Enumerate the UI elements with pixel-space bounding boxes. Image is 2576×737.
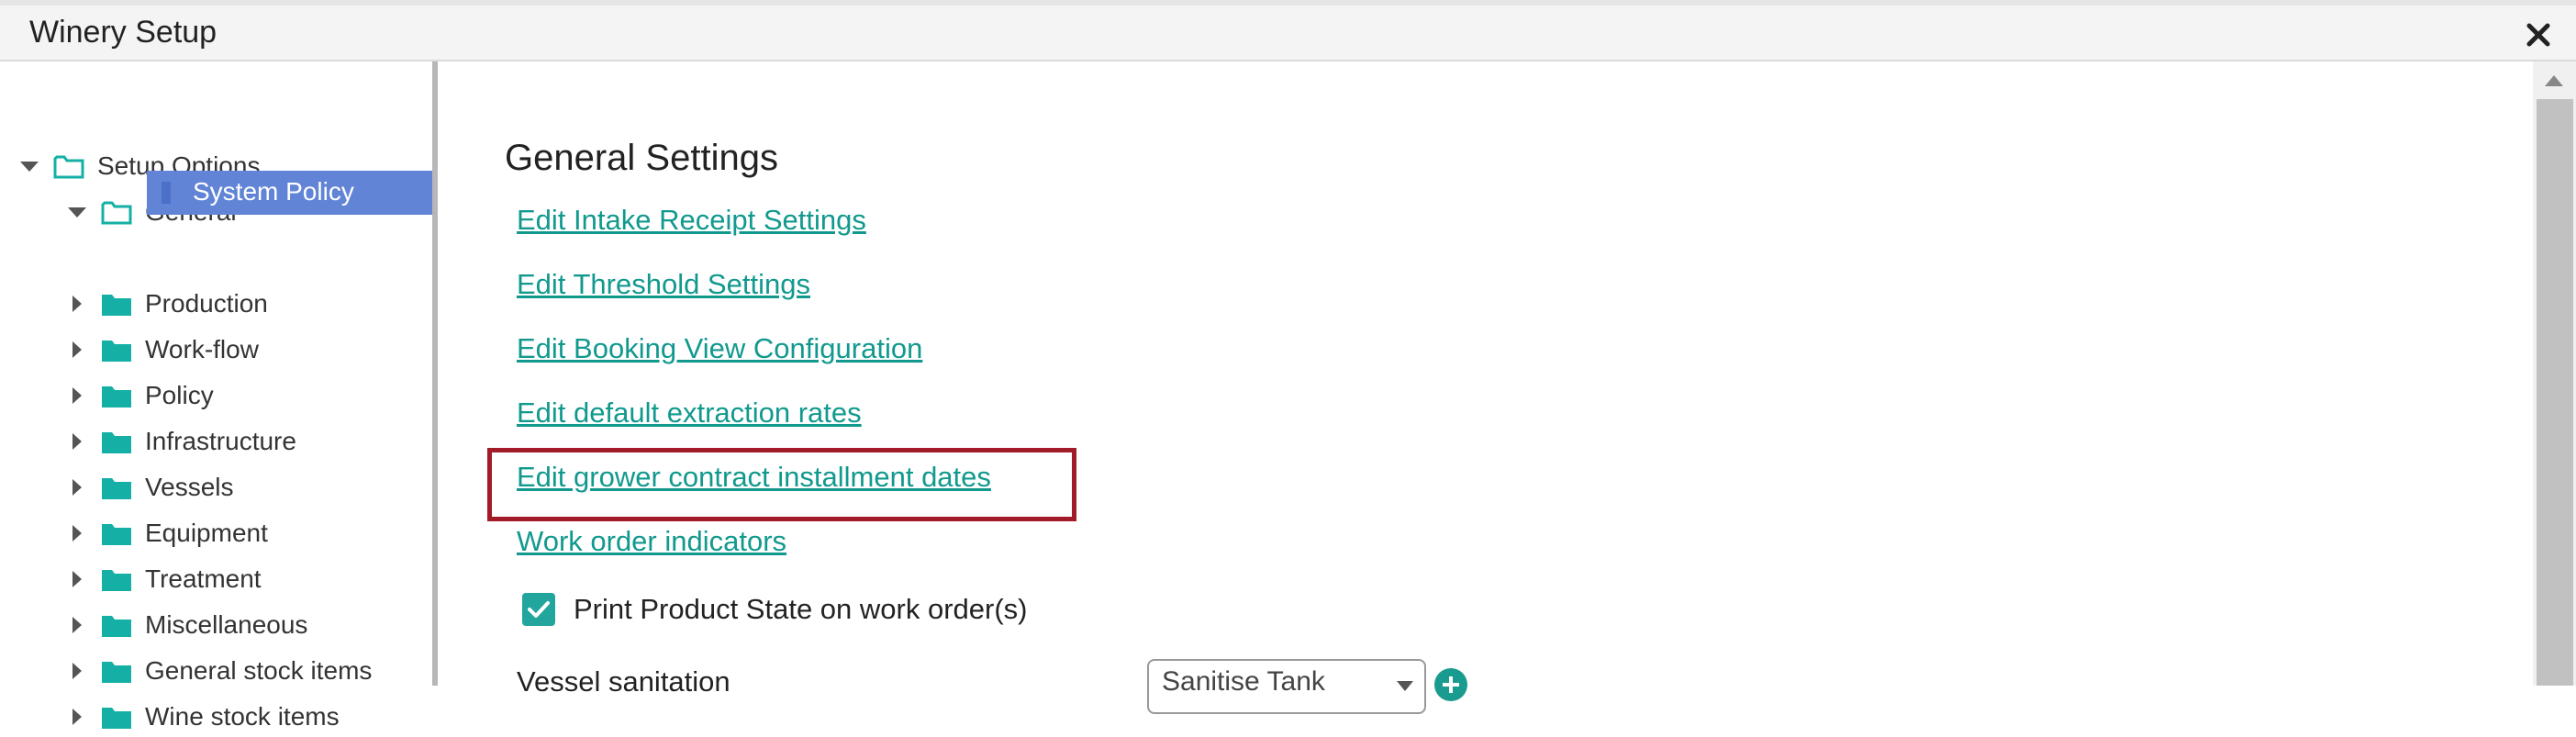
- tree-label: Vessels: [145, 473, 234, 501]
- tree-node-treatment[interactable]: Treatment: [66, 559, 262, 599]
- leaf-icon: [162, 182, 171, 204]
- tree-node-production[interactable]: Production: [66, 284, 268, 324]
- scrollbar-thumb[interactable]: [2537, 99, 2573, 686]
- tree-node-infrastructure[interactable]: Infrastructure: [66, 421, 296, 462]
- tree-label: Work-flow: [145, 335, 259, 363]
- scroll-up-icon[interactable]: [2545, 75, 2563, 86]
- folder-icon: [102, 708, 131, 729]
- caret-right-icon[interactable]: [66, 617, 88, 633]
- link-edit-grower-contract-installment-dates[interactable]: Edit grower contract installment dates: [517, 461, 991, 494]
- link-edit-default-extraction-rates[interactable]: Edit default extraction rates: [517, 396, 862, 430]
- checkmark-icon: [528, 601, 550, 618]
- link-work-order-indicators[interactable]: Work order indicators: [517, 525, 786, 558]
- tree-node-miscellaneous[interactable]: Miscellaneous: [66, 605, 307, 645]
- tree-node-wine-stock-items[interactable]: Wine stock items: [66, 697, 340, 737]
- link-edit-threshold-settings[interactable]: Edit Threshold Settings: [517, 268, 810, 301]
- tree-label: Treatment: [145, 564, 262, 593]
- tree-node-general-stock-items[interactable]: General stock items: [66, 651, 372, 691]
- folder-icon: [102, 524, 131, 545]
- chevron-down-icon: [1397, 681, 1413, 691]
- tree-label: Infrastructure: [145, 427, 296, 455]
- link-edit-intake-receipt-settings[interactable]: Edit Intake Receipt Settings: [517, 204, 866, 237]
- caret-right-icon[interactable]: [66, 387, 88, 404]
- section-title: General Settings: [505, 138, 778, 178]
- tree-node-work-flow[interactable]: Work-flow: [66, 329, 259, 370]
- tree-label: General stock items: [145, 656, 373, 685]
- tree-label: System Policy: [193, 177, 354, 206]
- folder-icon: [102, 341, 131, 362]
- tree-label: Wine stock items: [145, 702, 340, 731]
- folder-icon: [102, 662, 131, 683]
- caret-down-icon[interactable]: [66, 207, 88, 218]
- folder-open-icon: [101, 201, 132, 225]
- tree-label: Equipment: [145, 519, 268, 547]
- vessel-sanitation-label: Vessel sanitation: [517, 665, 730, 698]
- tree-node-vessels[interactable]: Vessels: [66, 467, 234, 508]
- caret-right-icon[interactable]: [66, 525, 88, 542]
- caret-right-icon[interactable]: [66, 296, 88, 312]
- tree-node-system-policy[interactable]: System Policy: [147, 171, 432, 215]
- tree-label: Miscellaneous: [145, 610, 308, 639]
- folder-icon: [102, 432, 131, 453]
- caret-right-icon[interactable]: [66, 709, 88, 725]
- setup-tree: Setup Options General System Policy Prod…: [0, 61, 432, 731]
- vessel-sanitation-select[interactable]: Sanitise Tank: [1147, 659, 1426, 714]
- folder-icon: [102, 570, 131, 591]
- folder-icon: [102, 478, 131, 499]
- add-icon[interactable]: [1434, 668, 1467, 701]
- window-title: Winery Setup: [29, 15, 217, 50]
- tree-label: Production: [145, 289, 268, 318]
- title-bar: Winery Setup: [0, 0, 2576, 61]
- folder-open-icon: [53, 155, 84, 179]
- tree-label: Policy: [145, 381, 214, 409]
- select-value: Sanitise Tank: [1162, 666, 1325, 697]
- folder-icon: [102, 616, 131, 637]
- caret-right-icon[interactable]: [66, 479, 88, 496]
- caret-right-icon[interactable]: [66, 341, 88, 358]
- close-icon[interactable]: [2525, 21, 2552, 49]
- caret-down-icon[interactable]: [18, 161, 40, 172]
- folder-icon: [102, 386, 131, 408]
- link-edit-booking-view-configuration[interactable]: Edit Booking View Configuration: [517, 332, 922, 365]
- caret-right-icon[interactable]: [66, 433, 88, 450]
- caret-right-icon[interactable]: [66, 571, 88, 587]
- tree-node-policy[interactable]: Policy: [66, 375, 214, 416]
- tree-node-equipment[interactable]: Equipment: [66, 513, 268, 553]
- print-product-state-checkbox[interactable]: [522, 593, 555, 626]
- checkbox-label: Print Product State on work order(s): [574, 593, 1028, 625]
- caret-right-icon[interactable]: [66, 663, 88, 679]
- folder-icon: [102, 295, 131, 316]
